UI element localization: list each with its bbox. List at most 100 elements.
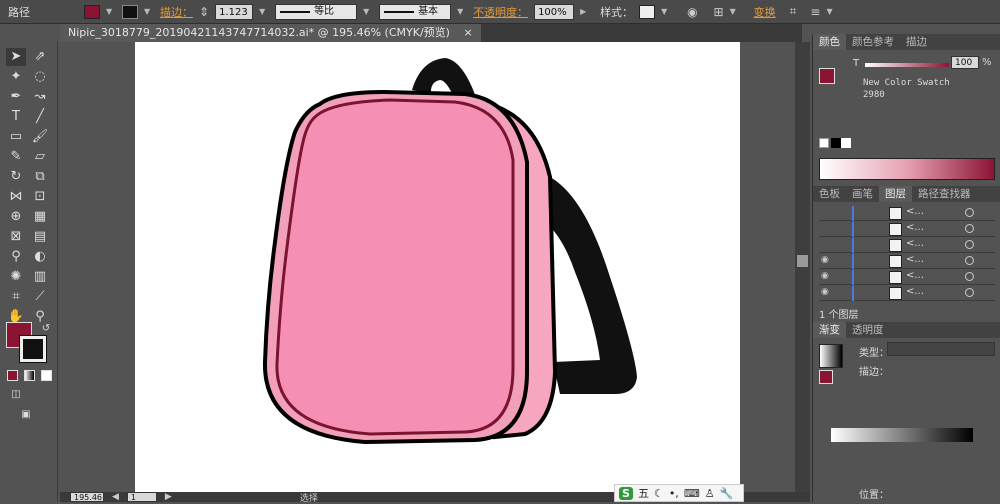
swap-colors-icon[interactable]: ↺ bbox=[36, 320, 56, 338]
free-transform-tool-icon[interactable]: ⊡ bbox=[30, 188, 50, 206]
layer-row[interactable]: <... bbox=[819, 222, 995, 237]
transform-link[interactable]: 变换 bbox=[754, 4, 776, 20]
slice-tool-icon[interactable]: ⟋ bbox=[30, 288, 50, 306]
user-icon[interactable]: ♙ bbox=[705, 487, 715, 500]
chevron-down-icon[interactable]: ▼ bbox=[457, 7, 467, 16]
gradient-type-dropdown[interactable] bbox=[887, 342, 995, 356]
gradient-preview[interactable] bbox=[819, 344, 843, 368]
close-icon[interactable]: × bbox=[463, 26, 472, 39]
eraser-tool-icon[interactable]: ▱ bbox=[30, 148, 50, 166]
magic-wand-tool-icon[interactable]: ✦ bbox=[6, 68, 26, 86]
rotate-tool-icon[interactable]: ↻ bbox=[6, 168, 26, 186]
opacity-label[interactable]: 不透明度： bbox=[473, 4, 528, 20]
gradient-tool-icon[interactable]: ▤ bbox=[30, 228, 50, 246]
tab-color-guide[interactable]: 颜色参考 bbox=[846, 34, 900, 50]
stroke-label[interactable]: 描边： bbox=[160, 4, 193, 20]
shape-builder-tool-icon[interactable]: ⊕ bbox=[6, 208, 26, 226]
graph-tool-icon[interactable]: ▥ bbox=[30, 268, 50, 286]
perspective-grid-tool-icon[interactable]: ▦ bbox=[30, 208, 50, 226]
pen-tool-icon[interactable]: ✒ bbox=[6, 88, 26, 106]
line-tool-icon[interactable]: ╱ bbox=[30, 108, 50, 126]
ime-mode[interactable]: 五 bbox=[638, 485, 649, 501]
panel-fill-box[interactable] bbox=[819, 68, 835, 84]
moon-icon[interactable]: ☾ bbox=[654, 487, 664, 500]
graphic-style-swatch[interactable] bbox=[639, 4, 656, 19]
tab-color[interactable]: 颜色 bbox=[813, 34, 846, 50]
chevron-down-icon[interactable]: ▼ bbox=[144, 7, 154, 16]
layer-row[interactable]: ◉ <... bbox=[819, 270, 995, 285]
align-icon[interactable]: ⊞ bbox=[714, 5, 724, 19]
fill-swatch[interactable] bbox=[84, 4, 100, 19]
backpack-artwork[interactable] bbox=[135, 42, 740, 494]
vertical-scrollbar[interactable] bbox=[795, 42, 810, 494]
width-tool-icon[interactable]: ⋈ bbox=[6, 188, 26, 206]
input-method-bar[interactable]: S 五 ☾ •, ⌨ ♙ 🔧 bbox=[614, 484, 744, 502]
tab-brushes[interactable]: 画笔 bbox=[846, 186, 879, 202]
layer-row[interactable]: <... bbox=[819, 206, 995, 221]
layer-row[interactable]: <... bbox=[819, 238, 995, 253]
selection-tool-icon[interactable]: ➤ bbox=[6, 48, 26, 66]
brush-definition[interactable]: 基本 bbox=[379, 3, 452, 20]
scale-tool-icon[interactable]: ⧉ bbox=[30, 168, 50, 186]
chevron-right-icon[interactable]: ▶ bbox=[580, 7, 590, 16]
tab-gradient[interactable]: 渐变 bbox=[813, 322, 846, 338]
recolor-icon[interactable]: ◉ bbox=[687, 5, 697, 19]
page-prev-icon[interactable]: ◀ bbox=[112, 492, 119, 502]
color-spectrum[interactable] bbox=[819, 158, 995, 180]
artboard-tool-icon[interactable]: ⌗ bbox=[6, 288, 26, 306]
layer-row[interactable]: ◉ <... bbox=[819, 286, 995, 301]
tab-layers[interactable]: 图层 bbox=[879, 186, 912, 202]
symbol-sprayer-tool-icon[interactable]: ✺ bbox=[6, 268, 26, 286]
zoom-field[interactable]: 195.46 bbox=[70, 492, 104, 502]
gradient-fill-box[interactable] bbox=[819, 370, 833, 384]
tint-field[interactable]: 100 bbox=[951, 56, 979, 69]
rectangle-tool-icon[interactable]: ▭ bbox=[6, 128, 26, 146]
vertical-scroll-thumb[interactable] bbox=[797, 255, 808, 267]
chevron-down-icon[interactable]: ▼ bbox=[259, 7, 269, 16]
chevron-down-icon[interactable]: ▼ bbox=[106, 7, 116, 16]
gradient-slider[interactable] bbox=[831, 428, 973, 442]
artboard-number-field[interactable]: 1 bbox=[126, 492, 157, 502]
menu-icon[interactable]: ≡ bbox=[810, 5, 820, 19]
tab-stroke[interactable]: 描边 bbox=[900, 34, 933, 50]
chevron-down-icon[interactable]: ▼ bbox=[826, 7, 836, 16]
artboard[interactable] bbox=[135, 42, 740, 494]
chevron-down-icon[interactable]: ▼ bbox=[661, 7, 671, 16]
type-tool-icon[interactable]: T bbox=[6, 108, 26, 126]
wrench-icon[interactable]: 🔧 bbox=[720, 487, 734, 500]
document-tab[interactable]: Nipic_3018779_20190421143747714032.ai* @… bbox=[60, 24, 481, 42]
keyboard-icon[interactable]: ⌨ bbox=[684, 487, 700, 500]
chevron-down-icon[interactable]: ▼ bbox=[363, 7, 373, 16]
none-mode-icon[interactable] bbox=[41, 370, 52, 381]
variable-width-profile[interactable]: 等比 bbox=[275, 3, 358, 20]
isolate-icon[interactable]: ⌗ bbox=[790, 4, 797, 19]
tab-transparency[interactable]: 透明度 bbox=[846, 322, 890, 338]
layer-row[interactable]: ◉ <... bbox=[819, 254, 995, 269]
chevron-down-icon[interactable]: ▼ bbox=[730, 7, 740, 16]
curvature-tool-icon[interactable]: ↝ bbox=[30, 88, 50, 106]
draw-mode-icon[interactable]: ◫ bbox=[6, 386, 26, 404]
mesh-tool-icon[interactable]: ⊠ bbox=[6, 228, 26, 246]
tab-swatches[interactable]: 色板 bbox=[813, 186, 846, 202]
punctuation-icon[interactable]: •, bbox=[669, 487, 679, 500]
tint-slider[interactable] bbox=[865, 63, 949, 67]
screen-mode-icon[interactable]: ▣ bbox=[16, 406, 36, 424]
opacity-field[interactable]: 100% bbox=[534, 3, 575, 20]
stepper-icon[interactable]: ⇕ bbox=[199, 5, 209, 19]
black-swatch[interactable] bbox=[831, 138, 841, 148]
stroke-weight-field[interactable]: 1.123 bbox=[215, 3, 254, 20]
page-next-icon[interactable]: ▶ bbox=[165, 492, 172, 502]
gradient-mode-icon[interactable] bbox=[24, 370, 35, 381]
direct-selection-tool-icon[interactable]: ⇗ bbox=[30, 48, 50, 66]
color-mode-icon[interactable] bbox=[7, 370, 18, 381]
eyedropper-tool-icon[interactable]: ⚲ bbox=[6, 248, 26, 266]
blend-tool-icon[interactable]: ◐ bbox=[30, 248, 50, 266]
stroke-swatch[interactable] bbox=[122, 4, 138, 19]
lasso-tool-icon[interactable]: ◌ bbox=[30, 68, 50, 86]
none-swatch-icon[interactable] bbox=[819, 138, 829, 148]
pencil-tool-icon[interactable]: ✎ bbox=[6, 148, 26, 166]
ime-logo[interactable]: S bbox=[619, 486, 633, 500]
paintbrush-tool-icon[interactable]: 🖌 bbox=[30, 128, 50, 146]
tab-pathfinder[interactable]: 路径查找器 bbox=[912, 186, 977, 202]
stroke-color-box[interactable] bbox=[19, 335, 47, 363]
